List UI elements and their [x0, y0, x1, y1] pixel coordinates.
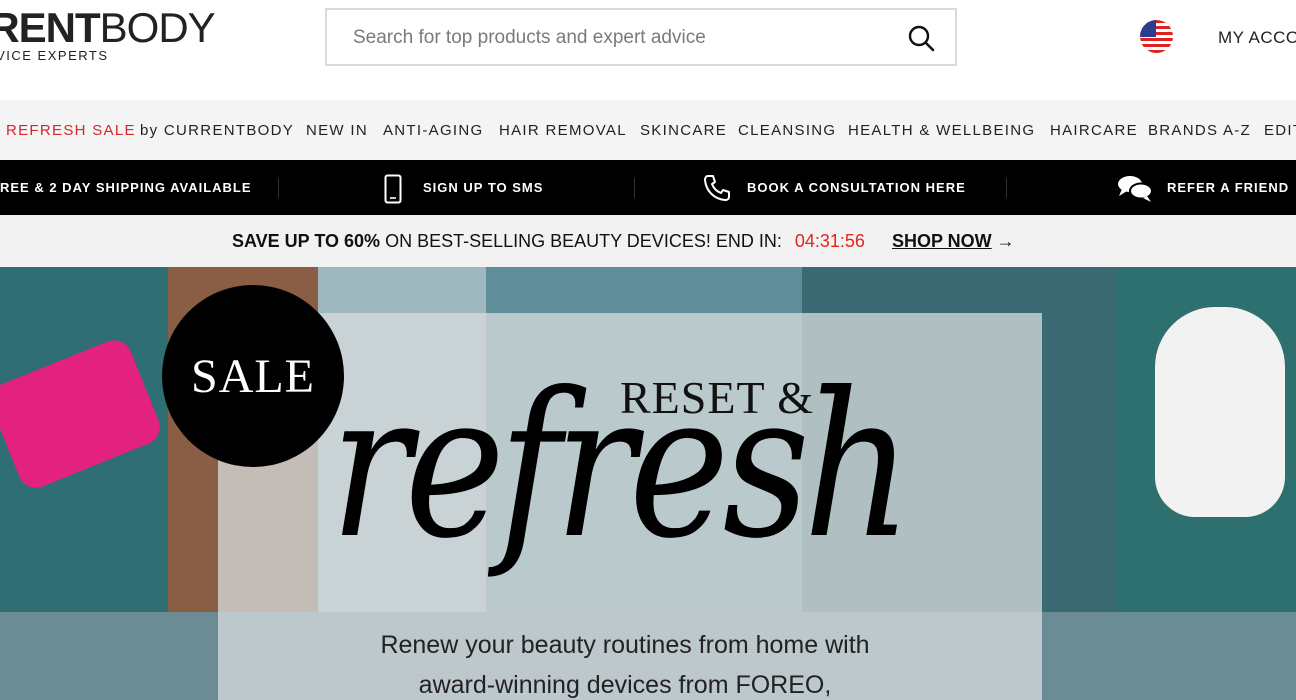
announcement-highlight: SAVE UP TO 60%	[232, 231, 381, 251]
nav-item-by-currentbody[interactable]: by CURRENTBODY	[140, 122, 294, 139]
sale-badge: SALE	[162, 285, 344, 467]
shipping-info: REE & 2 DAY SHIPPING AVAILABLE	[0, 180, 252, 195]
hero-description: Renew your beauty routines from home wit…	[340, 625, 910, 700]
nav-item-skincare[interactable]: SKINCARE	[640, 122, 727, 139]
sale-announcement: SAVE UP TO 60% ON BEST-SELLING BEAUTY DE…	[0, 215, 1296, 267]
hero-banner[interactable]: SALE RESET & refresh Renew your beauty r…	[0, 267, 1296, 700]
phone-icon	[704, 175, 730, 201]
search-input[interactable]	[327, 10, 895, 66]
book-consultation-link[interactable]: BOOK A CONSULTATION HERE	[747, 180, 966, 195]
shop-now-link[interactable]: SHOP NOW	[892, 231, 992, 251]
promo-bar: REE & 2 DAY SHIPPING AVAILABLE SIGN UP T…	[0, 160, 1296, 215]
divider	[278, 178, 279, 198]
sms-signup-link[interactable]: SIGN UP TO SMS	[423, 180, 543, 195]
search-box	[325, 8, 957, 66]
hero-heading-refresh: refresh	[330, 350, 913, 583]
search-icon[interactable]	[907, 24, 935, 52]
announcement-text: ON BEST-SELLING BEAUTY DEVICES! END IN:	[380, 231, 782, 251]
countdown-timer: 04:31:56	[794, 231, 865, 251]
nav-item-hair-removal[interactable]: HAIR REMOVAL	[499, 122, 627, 139]
nav-item-new-in[interactable]: NEW IN	[306, 122, 368, 139]
nav-item-cleansing[interactable]: CLEANSING	[738, 122, 836, 139]
logo-bold-text: RRENT	[0, 4, 101, 51]
led-mask-image	[1155, 307, 1285, 517]
my-account-link[interactable]: MY ACCO	[1218, 28, 1296, 48]
nav-item-edit[interactable]: EDIT	[1264, 122, 1296, 139]
site-header: RRENTBODY Y DEVICE EXPERTS MY ACCO	[0, 0, 1296, 100]
currentbody-logo[interactable]: RRENTBODY Y DEVICE EXPERTS	[0, 4, 216, 64]
main-nav: REFRESH SALE by CURRENTBODY NEW IN ANTI-…	[0, 100, 1296, 160]
announcement-row: SAVE UP TO 60% ON BEST-SELLING BEAUTY DE…	[232, 231, 1015, 252]
logo-light-text: BODY	[99, 4, 216, 51]
hero-copy-line: award-winning devices from FOREO,	[418, 671, 832, 699]
nav-item-refresh-sale[interactable]: REFRESH SALE	[6, 122, 136, 139]
arrow-right-icon: →	[996, 231, 1015, 251]
nav-item-health-wellbeing[interactable]: HEALTH & WELLBEING	[848, 122, 1035, 139]
hero-copy-line: Renew your beauty routines from home wit…	[380, 631, 870, 659]
nav-item-brands-a-z[interactable]: BRANDS A-Z	[1148, 122, 1251, 139]
nav-item-haircare[interactable]: HAIRCARE	[1050, 122, 1138, 139]
mobile-phone-icon	[384, 174, 402, 204]
divider	[634, 178, 635, 198]
us-flag-icon[interactable]	[1140, 20, 1173, 53]
divider	[1006, 178, 1007, 198]
nav-item-anti-aging[interactable]: ANTI-AGING	[383, 122, 484, 139]
chat-bubbles-icon	[1118, 176, 1153, 202]
refer-friend-link[interactable]: REFER A FRIEND	[1167, 180, 1289, 195]
